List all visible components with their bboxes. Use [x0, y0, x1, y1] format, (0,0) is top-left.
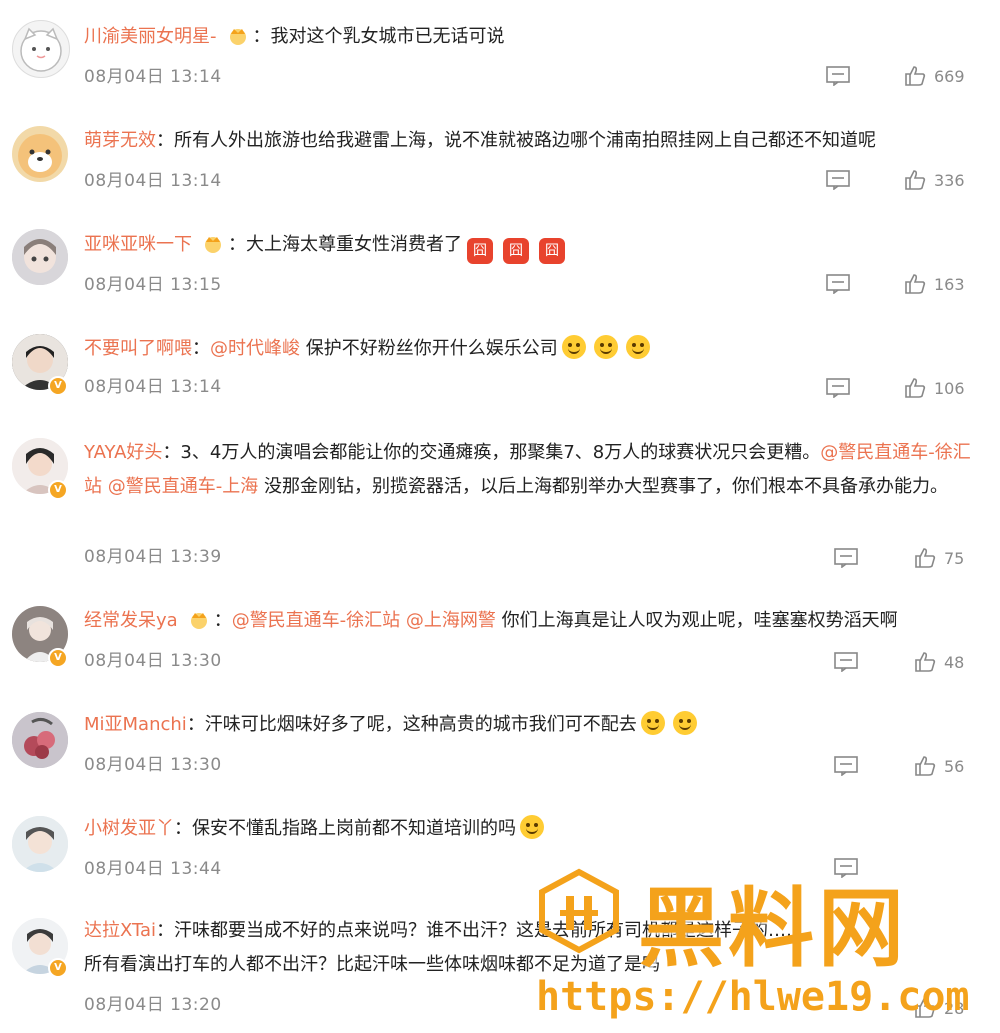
comment-time: 08月04日 13:44: [84, 859, 222, 879]
crown-badge-icon: [190, 613, 207, 629]
comment-time: 08月04日 13:14: [84, 67, 222, 87]
thumbs-up-icon: [915, 652, 936, 672]
like-button[interactable]: 48: [914, 650, 964, 674]
avatar[interactable]: [12, 712, 68, 768]
reply-icon[interactable]: [826, 170, 850, 190]
comment-text: ：大上海太尊重女性消费者了: [228, 234, 462, 255]
username[interactable]: 达拉XTai: [84, 920, 156, 941]
reply-icon[interactable]: [826, 274, 850, 294]
laughing-emoji-icon: [561, 335, 586, 359]
comment-time: 08月04日 13:30: [84, 651, 222, 671]
watermark-text: 黑料网: [638, 879, 908, 979]
reply-icon[interactable]: [834, 756, 858, 776]
laughing-emoji-icon: [625, 335, 650, 359]
mention-link[interactable]: @警民直通车-徐汇站: [232, 610, 401, 631]
comment-time: 08月04日 13:30: [84, 755, 222, 775]
like-button[interactable]: 669: [904, 64, 965, 88]
neutral-emoji-icon: [520, 815, 544, 839]
like-button[interactable]: 163: [904, 272, 965, 296]
like-count: 106: [934, 378, 965, 398]
sticker-icon: 囧: [467, 238, 493, 264]
username[interactable]: 经常发呆ya: [84, 610, 178, 631]
like-button[interactable]: 75: [914, 546, 964, 570]
flower-avatar-icon: [12, 712, 68, 768]
comment-text: ：所有人外出旅游也给我避雷上海，说不准就被路边哪个浦南拍照挂网上自己都还不知道呢: [156, 130, 876, 151]
verified-badge-icon: V: [48, 958, 68, 978]
comment-time: 08月04日 13:14: [84, 377, 222, 397]
like-count: 56: [944, 756, 965, 776]
dog-avatar-icon: [18, 134, 62, 178]
comment-text-prefix: ：: [213, 610, 232, 631]
comment-text: 你们上海真是让人叹为观止呢，哇塞塞权势滔天啊: [495, 610, 898, 631]
username[interactable]: YAYA好头: [84, 442, 162, 463]
like-button[interactable]: 56: [914, 754, 964, 778]
crown-badge-icon: [229, 29, 246, 45]
like-count: 48: [944, 652, 965, 672]
username[interactable]: 小树发亚丫: [84, 818, 174, 839]
comment-time: 08月04日 13:15: [84, 275, 222, 295]
verified-badge-icon: V: [48, 648, 68, 668]
reply-icon[interactable]: [834, 548, 858, 568]
thumbs-up-icon: [915, 548, 936, 568]
verified-badge-icon: V: [48, 480, 68, 500]
sticker-icon: 囧: [503, 238, 529, 264]
mention-link[interactable]: @警民直通车-上海: [108, 476, 259, 497]
thumbs-up-icon: [905, 170, 926, 190]
avatar[interactable]: [12, 816, 68, 872]
watermark-url: https://hlwe19.com: [536, 974, 970, 1020]
avatar[interactable]: [12, 126, 68, 182]
comment-text: ：保安不懂乱指路上岗前都不知道培训的吗: [174, 818, 516, 839]
verified-badge-icon: V: [48, 376, 68, 396]
thumbs-up-icon: [905, 66, 926, 86]
like-count: 669: [934, 66, 965, 86]
watermark-logo-icon: [539, 868, 619, 954]
username[interactable]: 萌芽无效: [84, 130, 156, 151]
avatar[interactable]: [12, 229, 68, 285]
like-count: 336: [934, 170, 965, 190]
cat-avatar-icon: [20, 27, 62, 72]
comment-text: 保护不好粉丝你开什么娱乐公司: [300, 338, 558, 359]
comment-text: ：我对这个乳女城市已无话可说: [252, 26, 505, 47]
comment-text-prefix: ：: [192, 338, 210, 359]
reply-icon[interactable]: [834, 652, 858, 672]
thumbs-up-icon: [915, 756, 936, 776]
like-button[interactable]: 106: [904, 376, 965, 400]
thumbs-up-icon: [905, 274, 926, 294]
comment-time: 08月04日 13:39: [84, 547, 222, 567]
comment-text: ：汗味可比烟味好多了呢，这种高贵的城市我们可不配去: [186, 714, 637, 735]
reply-icon[interactable]: [826, 66, 850, 86]
sticker-icon: 囧: [539, 238, 565, 264]
comment-time: 08月04日 13:20: [84, 995, 222, 1015]
thumbs-up-icon: [905, 378, 926, 398]
sweat-smile-emoji-icon: [640, 711, 665, 735]
doll-avatar-icon: [12, 229, 68, 285]
avatar[interactable]: [12, 20, 70, 78]
reply-icon[interactable]: [826, 378, 850, 398]
watermark: 黑料网 https://hlwe19.com: [536, 858, 986, 1028]
like-count: 75: [944, 548, 965, 568]
crown-badge-icon: [205, 237, 221, 253]
username[interactable]: Mi亚Manchi: [84, 714, 187, 735]
comment-time: 08月04日 13:14: [84, 171, 222, 191]
username[interactable]: 川渝美丽女明星-: [84, 26, 217, 47]
comment-text: 没那金刚钻，别揽瓷器活，以后上海都别举办大型赛事了，你们根本不具备承办能力。: [258, 476, 948, 497]
like-button[interactable]: 336: [904, 168, 965, 192]
comment-text: ：3、4万人的演唱会都能让你的交通瘫痪，那聚集7、8万人的球赛状况只会更糟。: [162, 442, 821, 463]
username[interactable]: 亚咪亚咪一下: [84, 234, 192, 255]
person-avatar-icon: [12, 816, 68, 872]
mention-link[interactable]: @时代峰峻: [210, 338, 300, 359]
username[interactable]: 不要叫了啊喂: [84, 338, 192, 359]
laughing-emoji-icon: [593, 335, 618, 359]
like-count: 163: [934, 274, 965, 294]
surprised-emoji-icon: [672, 711, 697, 735]
mention-link[interactable]: @上海网警: [406, 610, 496, 631]
